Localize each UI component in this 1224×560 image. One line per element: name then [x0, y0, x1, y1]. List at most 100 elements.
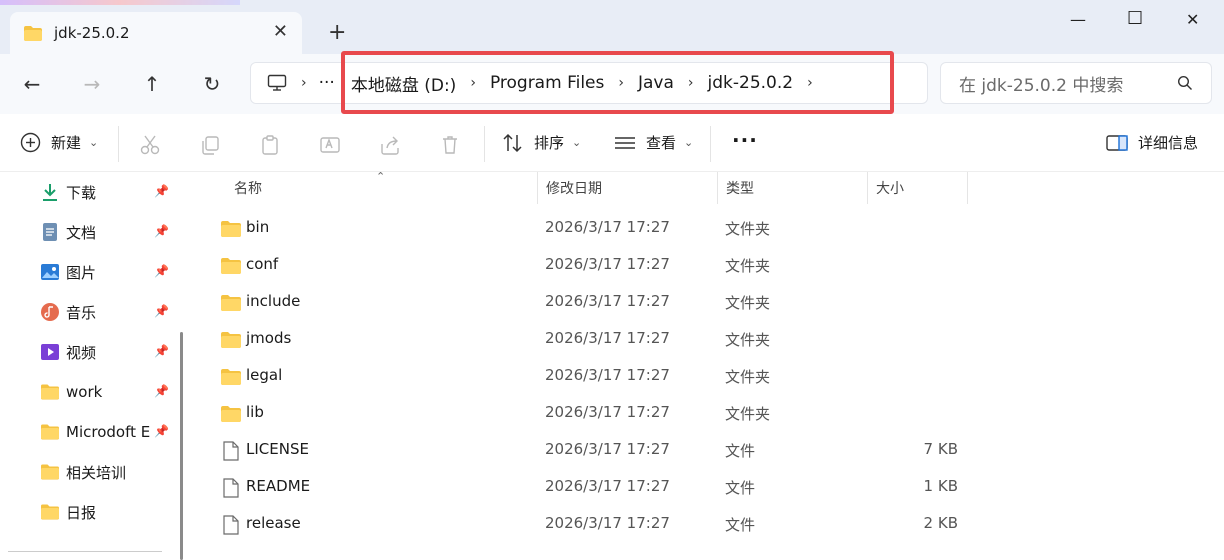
search-icon	[1177, 75, 1192, 90]
minimize-button[interactable]: —	[1070, 10, 1086, 29]
file-size: 2 KB	[923, 514, 958, 532]
more-options-button[interactable]: ···	[732, 128, 758, 152]
file-type: 文件	[725, 442, 756, 460]
file-row[interactable]: lib 2026/3/17 17:27 文件夹	[210, 395, 990, 432]
pictures-icon	[41, 264, 59, 280]
divider	[8, 551, 162, 552]
copy-icon[interactable]	[199, 134, 221, 156]
folder-icon	[221, 406, 241, 422]
folder-icon	[41, 424, 59, 440]
file-type: 文件	[725, 479, 756, 497]
file-row[interactable]: include 2026/3/17 17:27 文件夹	[210, 284, 990, 321]
view-list-icon	[615, 136, 635, 149]
sort-icon	[503, 133, 522, 152]
close-window-button[interactable]: ✕	[1186, 10, 1199, 29]
taskbar-strip	[0, 0, 240, 5]
rename-icon[interactable]	[319, 134, 341, 156]
file-type: 文件夹	[725, 368, 771, 386]
file-size: 1 KB	[923, 477, 958, 495]
sidebar-item-label: work	[66, 383, 103, 401]
sidebar-item-label: 图片	[66, 263, 97, 282]
sidebar-item-training[interactable]: 相关培训	[40, 460, 174, 484]
file-date: 2026/3/17 17:27	[545, 218, 670, 236]
file-icon	[223, 515, 239, 535]
file-row[interactable]: bin 2026/3/17 17:27 文件夹	[210, 210, 990, 247]
file-row[interactable]: jmods 2026/3/17 17:27 文件夹	[210, 321, 990, 358]
file-type: 文件夹	[725, 257, 771, 275]
file-name: LICENSE	[246, 440, 309, 458]
file-row[interactable]: LICENSE 2026/3/17 17:27 文件 7 KB	[210, 432, 990, 469]
column-header-size[interactable]: 大小	[868, 172, 968, 204]
divider	[484, 126, 485, 162]
file-date: 2026/3/17 17:27	[545, 403, 670, 421]
file-type: 文件	[725, 516, 756, 534]
file-name: jmods	[246, 329, 292, 347]
forward-button[interactable]: →	[78, 70, 106, 98]
divider	[118, 126, 119, 162]
sort-button[interactable]: 排序 ⌄	[502, 132, 581, 153]
pin-icon: 📌	[154, 424, 169, 438]
column-header-type[interactable]: 类型	[718, 172, 868, 204]
search-input[interactable]: 在 jdk-25.0.2 中搜索	[940, 62, 1212, 104]
file-icon	[223, 478, 239, 498]
chevron-down-icon: ⌄	[572, 136, 582, 149]
folder-icon	[221, 332, 241, 348]
file-row[interactable]: README 2026/3/17 17:27 文件 1 KB	[210, 469, 990, 506]
column-size-label: 大小	[876, 181, 904, 197]
file-date: 2026/3/17 17:27	[545, 292, 670, 310]
back-button[interactable]: ←	[18, 70, 46, 98]
file-type: 文件夹	[725, 294, 771, 312]
folder-icon	[24, 25, 42, 41]
pin-icon: 📌	[154, 304, 169, 318]
column-type-label: 类型	[726, 181, 754, 197]
divider	[710, 126, 711, 162]
maximize-button[interactable]: ☐	[1127, 8, 1143, 29]
file-name: lib	[246, 403, 264, 421]
monitor-icon[interactable]	[267, 73, 287, 93]
sidebar-item-daily-report[interactable]: 日报	[40, 500, 174, 524]
title-bar: jdk-25.0.2 ✕ + — ☐ ✕	[0, 0, 1224, 54]
column-header-date[interactable]: 修改日期	[538, 172, 718, 204]
file-date: 2026/3/17 17:27	[545, 440, 670, 458]
file-icon	[223, 441, 239, 461]
sort-ascending-icon: ⌃	[376, 170, 386, 183]
file-name: conf	[246, 255, 279, 273]
details-pane-icon	[1106, 134, 1128, 151]
view-button[interactable]: 查看 ⌄	[614, 132, 693, 153]
pin-icon: 📌	[154, 264, 169, 278]
cut-icon[interactable]	[139, 134, 161, 156]
sidebar-item-label: 视频	[66, 343, 97, 362]
sidebar-item-label: 相关培训	[66, 463, 127, 482]
sidebar-item-label: 下载	[66, 183, 97, 202]
file-row[interactable]: release 2026/3/17 17:27 文件 2 KB	[210, 506, 990, 543]
close-tab-icon[interactable]: ✕	[273, 21, 288, 42]
delete-icon[interactable]	[439, 134, 461, 156]
file-row[interactable]: legal 2026/3/17 17:27 文件夹	[210, 358, 990, 395]
folder-icon	[41, 464, 59, 480]
file-row[interactable]: conf 2026/3/17 17:27 文件夹	[210, 247, 990, 284]
up-button[interactable]: ↑	[138, 70, 166, 98]
view-label: 查看	[646, 134, 677, 152]
file-type: 文件夹	[725, 405, 771, 423]
sidebar-scrollbar[interactable]	[180, 332, 183, 560]
folder-icon	[221, 258, 241, 274]
file-date: 2026/3/17 17:27	[545, 329, 670, 347]
refresh-button[interactable]: ↻	[198, 70, 226, 98]
plus-circle-icon	[20, 132, 41, 153]
paste-icon[interactable]	[259, 134, 281, 156]
tab-jdk[interactable]: jdk-25.0.2 ✕	[10, 12, 302, 54]
folder-icon	[41, 504, 59, 520]
share-icon[interactable]	[379, 134, 401, 156]
new-label: 新建	[51, 134, 82, 152]
breadcrumb-overflow[interactable]: ···	[319, 73, 335, 93]
music-icon	[41, 303, 59, 321]
pin-icon: 📌	[154, 344, 169, 358]
new-button[interactable]: 新建 ⌄	[20, 132, 98, 153]
details-pane-button[interactable]: 详细信息	[1106, 132, 1198, 153]
chevron-right-icon[interactable]: ›	[301, 75, 307, 91]
file-date: 2026/3/17 17:27	[545, 366, 670, 384]
sidebar-item-label: Microdoft E	[66, 423, 151, 441]
new-tab-button[interactable]: +	[328, 20, 346, 45]
file-name: legal	[246, 366, 283, 384]
sort-label: 排序	[534, 134, 565, 152]
